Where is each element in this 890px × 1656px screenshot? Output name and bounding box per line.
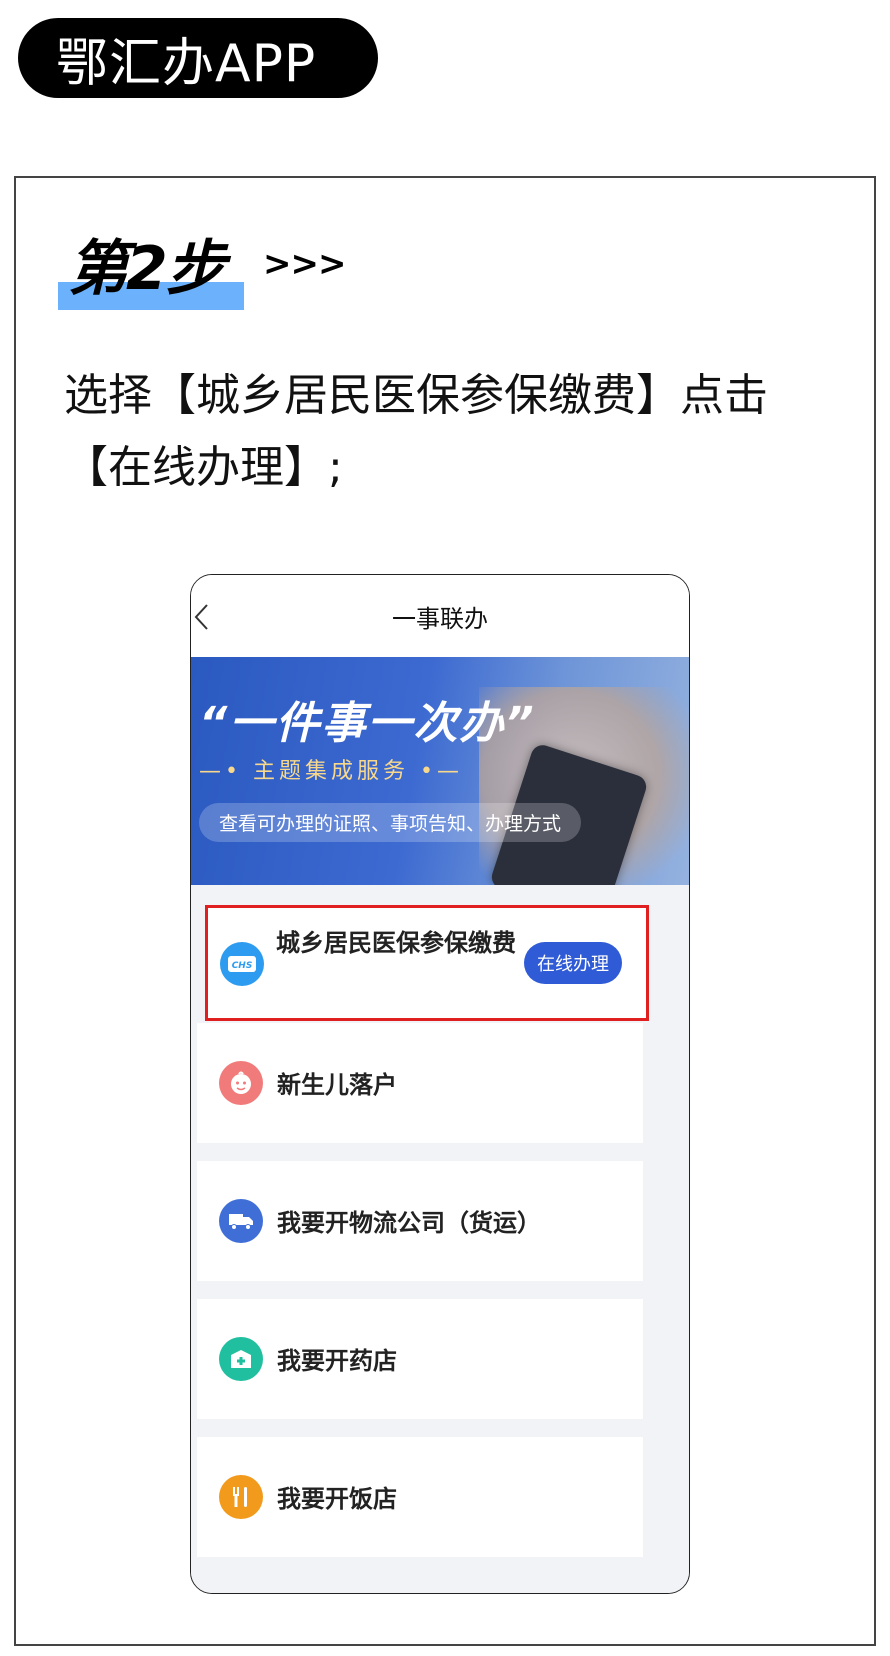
list-item-restaurant[interactable]: 我要开饭店 [197,1437,643,1557]
list-item-logistics[interactable]: 我要开物流公司（货运） [197,1161,643,1281]
baby-icon [219,1061,263,1105]
list-item-label: 我要开饭店 [277,1485,397,1513]
truck-icon [219,1199,263,1243]
instruction-text: 选择【城乡居民医保参保缴费】点击【在线办理】; [64,370,768,493]
list-item-label: 我要开药店 [277,1347,397,1375]
step-label: 第2步 [68,234,226,304]
svg-text:CHS: CHS [232,961,253,971]
chs-icon: CHS [220,942,264,986]
step-arrows: >>> [263,244,346,284]
pharmacy-icon [219,1337,263,1381]
phone-screenshot: 一事联办 “一件事一次办” —• 主题集成服务 •— 查看可办理的证照、事项告知… [190,574,690,1594]
phone-title: 一事联办 [392,605,488,633]
step-heading: 第2步 >>> [58,220,358,320]
list-item-label: 城乡居民医保参保缴费 [276,929,516,957]
list-item-newborn[interactable]: 新生儿落户 [197,1023,643,1143]
online-handle-button[interactable]: 在线办理 [524,942,622,984]
banner-pill[interactable]: 查看可办理的证照、事项告知、办理方式 [199,803,582,842]
banner-subtitle: —• 主题集成服务 •— [199,759,463,784]
list-item-label: 我要开物流公司（货运） [277,1209,541,1237]
app-badge: 鄂汇办APP [18,18,378,98]
app-badge-text: 鄂汇办APP [56,33,317,94]
list-item-medical-insurance[interactable]: CHS 城乡居民医保参保缴费 在线办理 [205,905,649,1021]
banner[interactable]: “一件事一次办” —• 主题集成服务 •— 查看可办理的证照、事项告知、办理方式 [191,657,689,885]
restaurant-icon [219,1475,263,1519]
phone-header: 一事联办 [191,575,689,657]
list-item-pharmacy[interactable]: 我要开药店 [197,1299,643,1419]
list-item-label: 新生儿落户 [277,1071,397,1099]
banner-quote: “一件事一次办” [199,698,536,749]
